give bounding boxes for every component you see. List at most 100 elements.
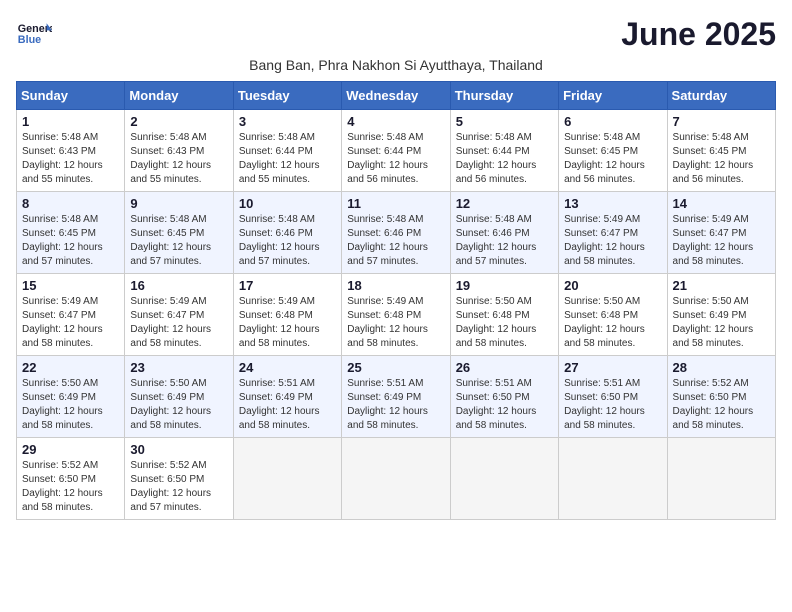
calendar-row: 15 Sunrise: 5:49 AMSunset: 6:47 PMDaylig…	[17, 274, 776, 356]
day-info: Sunrise: 5:48 AMSunset: 6:43 PMDaylight:…	[130, 132, 211, 185]
table-row: 5 Sunrise: 5:48 AMSunset: 6:44 PMDayligh…	[450, 110, 558, 192]
table-row: 15 Sunrise: 5:49 AMSunset: 6:47 PMDaylig…	[17, 274, 125, 356]
logo-icon: General Blue	[16, 16, 52, 52]
day-info: Sunrise: 5:51 AMSunset: 6:50 PMDaylight:…	[456, 378, 537, 431]
calendar-row: 29 Sunrise: 5:52 AMSunset: 6:50 PMDaylig…	[17, 438, 776, 520]
calendar-table: Sunday Monday Tuesday Wednesday Thursday…	[16, 81, 776, 520]
day-number: 29	[22, 442, 119, 457]
day-info: Sunrise: 5:48 AMSunset: 6:45 PMDaylight:…	[130, 214, 211, 267]
day-number: 23	[130, 360, 227, 375]
calendar-row: 8 Sunrise: 5:48 AMSunset: 6:45 PMDayligh…	[17, 192, 776, 274]
day-number: 2	[130, 114, 227, 129]
day-info: Sunrise: 5:49 AMSunset: 6:47 PMDaylight:…	[22, 296, 103, 349]
table-row: 24 Sunrise: 5:51 AMSunset: 6:49 PMDaylig…	[233, 356, 341, 438]
col-friday: Friday	[559, 82, 667, 110]
day-info: Sunrise: 5:48 AMSunset: 6:43 PMDaylight:…	[22, 132, 103, 185]
col-saturday: Saturday	[667, 82, 775, 110]
table-row: 21 Sunrise: 5:50 AMSunset: 6:49 PMDaylig…	[667, 274, 775, 356]
day-number: 12	[456, 196, 553, 211]
table-row: 30 Sunrise: 5:52 AMSunset: 6:50 PMDaylig…	[125, 438, 233, 520]
table-row: 19 Sunrise: 5:50 AMSunset: 6:48 PMDaylig…	[450, 274, 558, 356]
table-row	[342, 438, 450, 520]
day-number: 25	[347, 360, 444, 375]
table-row: 6 Sunrise: 5:48 AMSunset: 6:45 PMDayligh…	[559, 110, 667, 192]
page-header: General Blue June 2025	[16, 16, 776, 53]
day-number: 4	[347, 114, 444, 129]
day-number: 14	[673, 196, 770, 211]
table-row: 2 Sunrise: 5:48 AMSunset: 6:43 PMDayligh…	[125, 110, 233, 192]
day-info: Sunrise: 5:48 AMSunset: 6:46 PMDaylight:…	[239, 214, 320, 267]
table-row: 18 Sunrise: 5:49 AMSunset: 6:48 PMDaylig…	[342, 274, 450, 356]
table-row: 7 Sunrise: 5:48 AMSunset: 6:45 PMDayligh…	[667, 110, 775, 192]
col-wednesday: Wednesday	[342, 82, 450, 110]
day-info: Sunrise: 5:50 AMSunset: 6:48 PMDaylight:…	[456, 296, 537, 349]
day-info: Sunrise: 5:49 AMSunset: 6:47 PMDaylight:…	[130, 296, 211, 349]
col-sunday: Sunday	[17, 82, 125, 110]
table-row: 29 Sunrise: 5:52 AMSunset: 6:50 PMDaylig…	[17, 438, 125, 520]
day-number: 18	[347, 278, 444, 293]
day-number: 26	[456, 360, 553, 375]
day-number: 8	[22, 196, 119, 211]
day-number: 5	[456, 114, 553, 129]
day-number: 9	[130, 196, 227, 211]
table-row: 23 Sunrise: 5:50 AMSunset: 6:49 PMDaylig…	[125, 356, 233, 438]
table-row: 13 Sunrise: 5:49 AMSunset: 6:47 PMDaylig…	[559, 192, 667, 274]
day-info: Sunrise: 5:52 AMSunset: 6:50 PMDaylight:…	[673, 378, 754, 431]
day-number: 30	[130, 442, 227, 457]
day-info: Sunrise: 5:52 AMSunset: 6:50 PMDaylight:…	[22, 460, 103, 513]
day-number: 19	[456, 278, 553, 293]
day-number: 28	[673, 360, 770, 375]
calendar-header-row: Sunday Monday Tuesday Wednesday Thursday…	[17, 82, 776, 110]
page-subtitle: Bang Ban, Phra Nakhon Si Ayutthaya, Thai…	[16, 57, 776, 73]
table-row: 26 Sunrise: 5:51 AMSunset: 6:50 PMDaylig…	[450, 356, 558, 438]
col-tuesday: Tuesday	[233, 82, 341, 110]
table-row: 17 Sunrise: 5:49 AMSunset: 6:48 PMDaylig…	[233, 274, 341, 356]
day-info: Sunrise: 5:49 AMSunset: 6:48 PMDaylight:…	[239, 296, 320, 349]
day-number: 20	[564, 278, 661, 293]
calendar-row: 22 Sunrise: 5:50 AMSunset: 6:49 PMDaylig…	[17, 356, 776, 438]
table-row: 27 Sunrise: 5:51 AMSunset: 6:50 PMDaylig…	[559, 356, 667, 438]
logo: General Blue	[16, 16, 52, 52]
day-info: Sunrise: 5:51 AMSunset: 6:50 PMDaylight:…	[564, 378, 645, 431]
day-info: Sunrise: 5:49 AMSunset: 6:47 PMDaylight:…	[564, 214, 645, 267]
table-row: 22 Sunrise: 5:50 AMSunset: 6:49 PMDaylig…	[17, 356, 125, 438]
day-info: Sunrise: 5:50 AMSunset: 6:49 PMDaylight:…	[130, 378, 211, 431]
table-row: 25 Sunrise: 5:51 AMSunset: 6:49 PMDaylig…	[342, 356, 450, 438]
day-number: 24	[239, 360, 336, 375]
day-number: 13	[564, 196, 661, 211]
day-number: 10	[239, 196, 336, 211]
page-title: June 2025	[621, 16, 776, 53]
day-number: 21	[673, 278, 770, 293]
day-number: 7	[673, 114, 770, 129]
table-row: 14 Sunrise: 5:49 AMSunset: 6:47 PMDaylig…	[667, 192, 775, 274]
table-row: 11 Sunrise: 5:48 AMSunset: 6:46 PMDaylig…	[342, 192, 450, 274]
col-thursday: Thursday	[450, 82, 558, 110]
table-row	[233, 438, 341, 520]
table-row: 9 Sunrise: 5:48 AMSunset: 6:45 PMDayligh…	[125, 192, 233, 274]
day-info: Sunrise: 5:48 AMSunset: 6:44 PMDaylight:…	[239, 132, 320, 185]
table-row: 4 Sunrise: 5:48 AMSunset: 6:44 PMDayligh…	[342, 110, 450, 192]
table-row	[450, 438, 558, 520]
svg-text:Blue: Blue	[18, 34, 41, 46]
day-number: 17	[239, 278, 336, 293]
day-info: Sunrise: 5:51 AMSunset: 6:49 PMDaylight:…	[347, 378, 428, 431]
table-row	[667, 438, 775, 520]
day-number: 11	[347, 196, 444, 211]
col-monday: Monday	[125, 82, 233, 110]
day-info: Sunrise: 5:49 AMSunset: 6:48 PMDaylight:…	[347, 296, 428, 349]
day-info: Sunrise: 5:50 AMSunset: 6:49 PMDaylight:…	[22, 378, 103, 431]
day-number: 1	[22, 114, 119, 129]
day-info: Sunrise: 5:52 AMSunset: 6:50 PMDaylight:…	[130, 460, 211, 513]
table-row: 28 Sunrise: 5:52 AMSunset: 6:50 PMDaylig…	[667, 356, 775, 438]
day-info: Sunrise: 5:48 AMSunset: 6:45 PMDaylight:…	[22, 214, 103, 267]
table-row: 20 Sunrise: 5:50 AMSunset: 6:48 PMDaylig…	[559, 274, 667, 356]
day-number: 6	[564, 114, 661, 129]
day-info: Sunrise: 5:49 AMSunset: 6:47 PMDaylight:…	[673, 214, 754, 267]
day-info: Sunrise: 5:51 AMSunset: 6:49 PMDaylight:…	[239, 378, 320, 431]
day-info: Sunrise: 5:50 AMSunset: 6:48 PMDaylight:…	[564, 296, 645, 349]
day-number: 22	[22, 360, 119, 375]
table-row: 10 Sunrise: 5:48 AMSunset: 6:46 PMDaylig…	[233, 192, 341, 274]
table-row	[559, 438, 667, 520]
table-row: 12 Sunrise: 5:48 AMSunset: 6:46 PMDaylig…	[450, 192, 558, 274]
calendar-row: 1 Sunrise: 5:48 AMSunset: 6:43 PMDayligh…	[17, 110, 776, 192]
